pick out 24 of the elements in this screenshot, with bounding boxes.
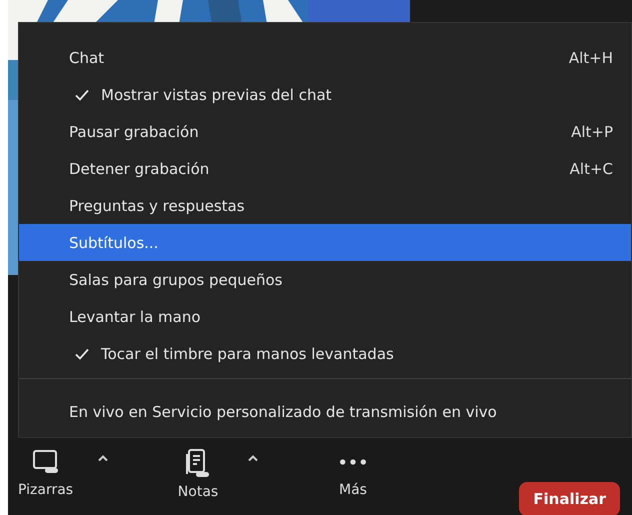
menu-item[interactable]: Salas para grupos pequeños xyxy=(19,261,631,298)
caret-button[interactable] xyxy=(247,454,259,462)
shortcut-label: Alt+P xyxy=(571,122,613,140)
menu-item[interactable]: Detener grabación Alt+C xyxy=(19,150,631,187)
whiteboard-icon xyxy=(32,448,60,476)
menu-item[interactable]: Levantar la mano xyxy=(19,298,631,335)
caret-icon xyxy=(247,454,259,462)
caret-button[interactable] xyxy=(97,454,110,462)
menu-item[interactable]: Subtítulos... xyxy=(19,224,631,261)
more-button[interactable]: Más xyxy=(328,448,378,498)
shortcut-label: Alt+C xyxy=(570,160,613,178)
menu-item[interactable]: Chat Alt+H xyxy=(19,39,631,76)
shortcut-label: Alt+H xyxy=(568,48,613,66)
menu-item[interactable]: Pausar grabación Alt+P xyxy=(19,113,631,150)
menu-item[interactable]: Mostrar vistas previas del chat xyxy=(19,76,631,113)
notes-button[interactable]: Notas xyxy=(173,448,223,500)
whiteboard-button[interactable]: Pizarras xyxy=(18,448,74,498)
menu-item[interactable]: Preguntas y respuestas xyxy=(19,187,631,224)
notes-icon xyxy=(185,448,211,478)
menu-item[interactable]: En vivo en Servicio personalizado de transmisión en vivo xyxy=(19,393,631,430)
caret-icon xyxy=(97,454,110,462)
menu-item[interactable]: Tocar el timbre para manos levantadas xyxy=(19,335,631,372)
end-button[interactable]: Finalizar xyxy=(519,482,620,515)
more-icon xyxy=(340,459,366,465)
